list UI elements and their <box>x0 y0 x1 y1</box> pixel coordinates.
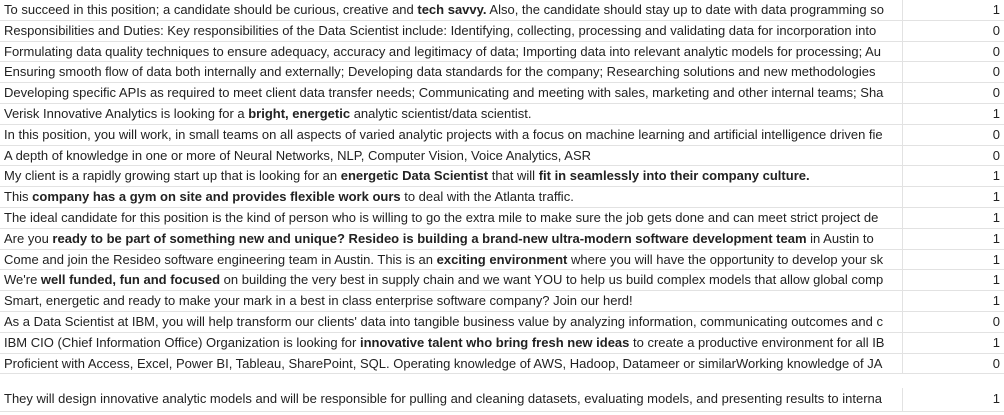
text-segment: In this position, you will work, in smal… <box>4 126 883 142</box>
text-cell[interactable]: Come and join the Resideo software engin… <box>0 249 903 270</box>
bold-text-segment: exciting environment <box>436 251 568 267</box>
label-cell[interactable]: 0 <box>903 312 1004 332</box>
bold-text-segment: bright, energetic <box>248 105 351 121</box>
bold-text-segment: company has a gym on site and provides f… <box>32 189 401 205</box>
text-segment: They will design innovative analytic mod… <box>4 391 883 407</box>
text-segment: that will <box>488 168 539 184</box>
table-row: A depth of knowledge in one or more of N… <box>0 145 1004 167</box>
table-row: Developing specific APIs as required to … <box>0 83 1004 104</box>
table-row: The ideal candidate for this position is… <box>0 207 1004 229</box>
text-cell[interactable]: IBM CIO (Chief Information Office) Organ… <box>0 332 903 353</box>
text-segment: This <box>4 189 33 205</box>
table-row: My client is a rapidly growing start up … <box>0 166 1004 188</box>
text-cell[interactable]: They will design innovative analytic mod… <box>0 388 903 412</box>
bold-text-segment: fit in seamlessly into their company cul… <box>538 168 810 184</box>
text-segment: in Austin to <box>806 230 874 246</box>
text-cell[interactable]: My client is a rapidly growing start up … <box>0 166 903 187</box>
table-row: IBM CIO (Chief Information Office) Organ… <box>0 332 1004 354</box>
text-cell[interactable]: As a Data Scientist at IBM, you will hel… <box>0 311 903 332</box>
label-cell[interactable]: 1 <box>903 250 1004 270</box>
text-segment: A depth of knowledge in one or more of N… <box>4 147 591 163</box>
label-cell[interactable]: 1 <box>903 388 1004 411</box>
text-segment: Formulating data quality techniques to e… <box>4 43 882 59</box>
label-cell[interactable]: 0 <box>903 21 1004 41</box>
text-segment: Responsibilities and Duties: Key respons… <box>4 22 877 38</box>
label-cell[interactable]: 0 <box>903 83 1004 103</box>
bold-text-segment: ready to be part of something new and un… <box>52 230 807 246</box>
label-cell[interactable]: 1 <box>903 208 1004 228</box>
text-cell[interactable]: Developing specific APIs as required to … <box>0 83 903 103</box>
text-segment: Also, the candidate should stay up to da… <box>486 2 884 17</box>
label-cell[interactable]: 0 <box>903 146 1004 166</box>
text-segment: analytic scientist/data scientist. <box>350 105 532 121</box>
table-row: This company has a gym on site and provi… <box>0 187 1004 208</box>
text-cell[interactable]: Formulating data quality techniques to e… <box>0 41 903 62</box>
label-cell[interactable]: 1 <box>903 229 1004 249</box>
text-segment: IBM CIO (Chief Information Office) Organ… <box>4 334 360 350</box>
label-cell[interactable]: 1 <box>903 104 1004 124</box>
bold-text-segment: innovative talent who bring fresh new id… <box>359 334 630 350</box>
text-cell[interactable]: This company has a gym on site and provi… <box>0 187 903 207</box>
bold-text-segment: energetic Data Scientist <box>340 168 489 184</box>
table-row: Smart, energetic and ready to make your … <box>0 291 1004 312</box>
table-row: Are you ready to be part of something ne… <box>0 228 1004 250</box>
spreadsheet-grid: To succeed in this position; a candidate… <box>0 0 1004 415</box>
text-segment: Developing specific APIs as required to … <box>4 85 884 101</box>
table-row: They will design innovative analytic mod… <box>0 374 1004 413</box>
label-cell[interactable]: 1 <box>903 270 1004 290</box>
table-row: As a Data Scientist at IBM, you will hel… <box>0 311 1004 333</box>
label-cell[interactable]: 1 <box>903 166 1004 186</box>
table-row: Formulating data quality techniques to e… <box>0 41 1004 63</box>
label-cell[interactable]: 1 <box>903 187 1004 207</box>
bold-text-segment: tech savvy. <box>417 2 487 17</box>
text-segment: Ensuring smooth flow of data both intern… <box>4 64 876 80</box>
label-cell[interactable]: 0 <box>903 125 1004 145</box>
label-cell[interactable]: 1 <box>903 0 1004 20</box>
label-cell[interactable]: 1 <box>903 291 1004 311</box>
text-cell[interactable]: To succeed in this position; a candidate… <box>0 0 903 20</box>
table-row: To succeed in this position; a candidate… <box>0 0 1004 21</box>
text-cell[interactable]: Are you ready to be part of something ne… <box>0 228 903 249</box>
text-cell[interactable]: The ideal candidate for this position is… <box>0 207 903 228</box>
label-cell[interactable]: 0 <box>903 62 1004 82</box>
text-segment: Verisk Innovative Analytics is looking f… <box>4 105 249 121</box>
text-segment: Smart, energetic and ready to make your … <box>4 293 633 309</box>
text-segment: Proficient with Access, Excel, Power BI,… <box>4 355 883 371</box>
text-segment: We're <box>4 272 41 288</box>
label-cell[interactable]: 0 <box>903 354 1004 374</box>
label-cell[interactable]: 0 <box>903 42 1004 62</box>
text-segment: to create a productive environment for a… <box>629 334 885 350</box>
text-segment: As a Data Scientist at IBM, you will hel… <box>4 313 883 329</box>
text-cell[interactable]: Proficient with Access, Excel, Power BI,… <box>0 353 903 374</box>
text-segment: where you will have the opportunity to d… <box>567 251 884 267</box>
text-cell[interactable]: A depth of knowledge in one or more of N… <box>0 145 903 166</box>
text-segment: Are you <box>4 230 53 246</box>
text-cell[interactable]: In this position, you will work, in smal… <box>0 124 903 145</box>
table-row: We're well funded, fun and focused on bu… <box>0 270 1004 292</box>
text-cell[interactable]: Smart, energetic and ready to make your … <box>0 291 903 311</box>
text-cell[interactable]: Responsibilities and Duties: Key respons… <box>0 20 903 41</box>
table-row: Verisk Innovative Analytics is looking f… <box>0 103 1004 125</box>
bold-text-segment: well funded, fun and focused <box>40 272 221 288</box>
text-cell[interactable]: Ensuring smooth flow of data both intern… <box>0 62 903 83</box>
label-cell[interactable]: 1 <box>903 333 1004 353</box>
table-row: In this position, you will work, in smal… <box>0 124 1004 146</box>
table-row: Proficient with Access, Excel, Power BI,… <box>0 353 1004 375</box>
table-row: Come and join the Resideo software engin… <box>0 249 1004 271</box>
text-cell[interactable]: We're well funded, fun and focused on bu… <box>0 270 903 291</box>
text-segment: on building the very best in supply chai… <box>220 272 884 288</box>
text-segment: Come and join the Resideo software engin… <box>4 251 437 267</box>
table-row: Ensuring smooth flow of data both intern… <box>0 62 1004 84</box>
table-row: Responsibilities and Duties: Key respons… <box>0 20 1004 42</box>
text-segment: The ideal candidate for this position is… <box>4 209 879 225</box>
text-segment: My client is a rapidly growing start up … <box>4 168 341 184</box>
text-segment: to deal with the Atlanta traffic. <box>400 189 574 205</box>
text-cell[interactable]: Verisk Innovative Analytics is looking f… <box>0 103 903 124</box>
text-segment: To succeed in this position; a candidate… <box>4 2 418 17</box>
